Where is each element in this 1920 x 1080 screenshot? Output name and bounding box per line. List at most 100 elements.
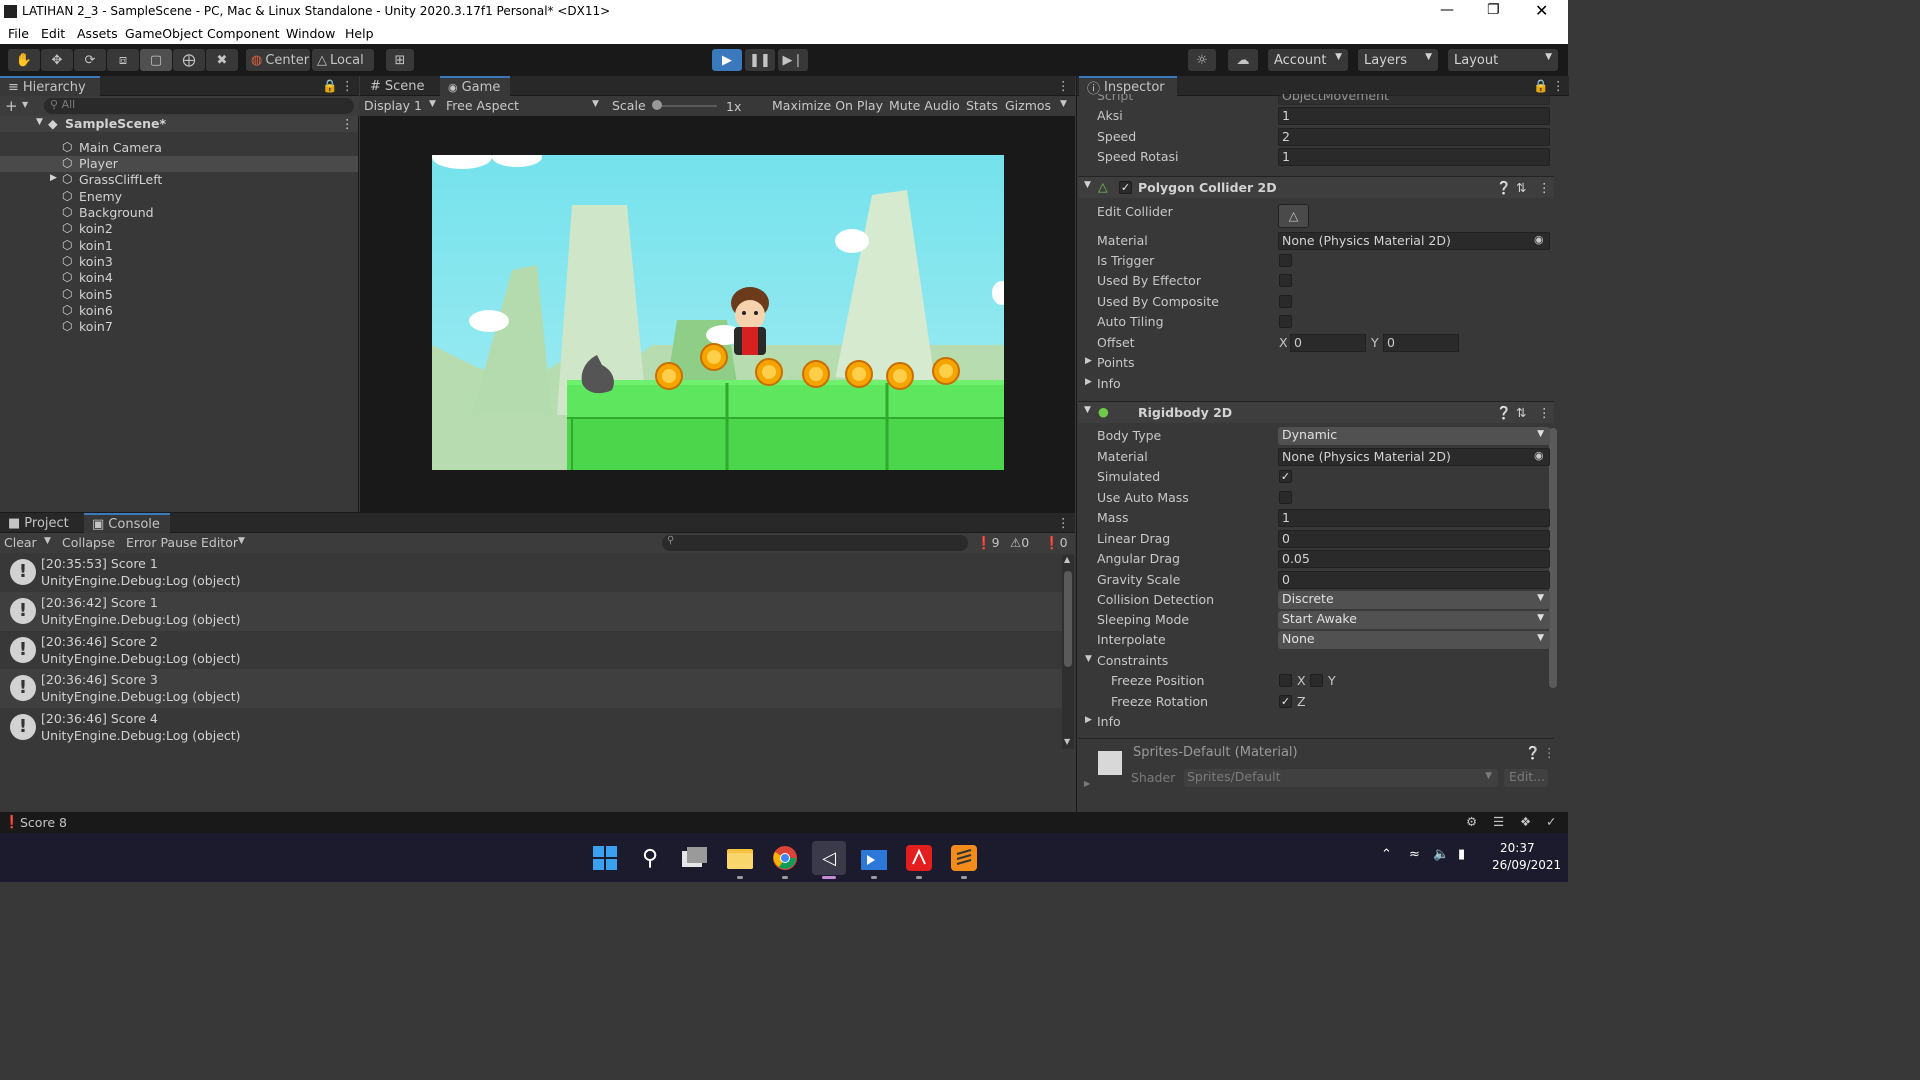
console-search-input[interactable]: ⚲ — [662, 535, 968, 551]
volume-icon[interactable]: 🔈 — [1433, 847, 1449, 862]
angular-drag-field[interactable]: 0.05 — [1278, 550, 1550, 568]
shader-dropdown[interactable]: Sprites/Default ▼ — [1184, 769, 1498, 787]
more-icon[interactable]: ⋮ — [1538, 405, 1551, 420]
more-icon[interactable]: ⋮ — [341, 116, 354, 131]
linear-drag-field[interactable]: 0 — [1278, 530, 1550, 548]
checkmark-icon[interactable]: ✓ — [1546, 814, 1556, 829]
console-scrollbar[interactable]: ▲ ▼ — [1062, 555, 1074, 749]
console-entry[interactable]: ! [20:36:46] Score 2 UnityEngine.Debug:Log… — [0, 631, 1062, 670]
vs-icon[interactable] — [857, 841, 891, 879]
scale-slider-track[interactable] — [653, 105, 717, 107]
polygon-collider-header[interactable]: ▼ △ ✓ Polygon Collider 2D ❔ ⇅ ⋮ — [1078, 176, 1554, 198]
hierarchy-item[interactable]: ▶ ⬡ GrassCliffLeft — [0, 172, 358, 188]
cache-icon[interactable]: ☰ — [1493, 814, 1504, 829]
add-icon[interactable]: + — [5, 97, 18, 115]
maximize-on-play-toggle[interactable]: Maximize On Play — [772, 98, 883, 113]
clock-date[interactable]: 26/09/2021 — [1492, 858, 1561, 872]
gizmos-toggle[interactable]: Gizmos — [1005, 98, 1051, 113]
points-row[interactable]: ▶ Points — [1078, 353, 1554, 373]
polygon-info-row[interactable]: ▶ Info — [1078, 374, 1554, 394]
help-icon[interactable]: ❔ — [1525, 745, 1541, 761]
console-entry[interactable]: ! [20:36:46] Score 3 UnityEngine.Debug:Log… — [0, 669, 1062, 708]
expand-icon[interactable]: ▶ — [1084, 779, 1090, 788]
field-input[interactable]: 1 — [1278, 148, 1550, 166]
offset-x-field[interactable]: 0 — [1290, 334, 1366, 352]
rb-material-field[interactable]: None (Physics Material 2D) — [1278, 448, 1550, 466]
rigidbody-header[interactable]: ▼ ● Rigidbody 2D ❔ ⇅ ⋮ — [1078, 401, 1554, 423]
play-button[interactable]: ▶ — [712, 49, 742, 71]
menu-window[interactable]: Window — [286, 26, 335, 41]
tab-hierarchy[interactable]: ≡ Hierarchy — [0, 76, 100, 96]
more-icon[interactable]: ⋮ — [1552, 78, 1565, 93]
hierarchy-item[interactable]: ⬡ koin5 — [0, 287, 358, 303]
freeze-position-x-checkbox[interactable] — [1279, 674, 1292, 687]
lighting-icon[interactable]: ☼ — [1188, 49, 1216, 71]
console-entry[interactable]: ! [20:35:53] Score 1 UnityEngine.Debug:Log… — [0, 553, 1062, 592]
chevron-up-icon[interactable]: ⌃ — [1381, 847, 1392, 862]
expand-icon[interactable]: ▼ — [1084, 180, 1091, 190]
gravity-scale-field[interactable]: 0 — [1278, 571, 1550, 589]
used-by-effector-checkbox[interactable] — [1279, 274, 1292, 287]
presets-icon[interactable]: ⇅ — [1516, 405, 1526, 420]
scale-tool-icon[interactable]: ⧈ — [107, 49, 139, 71]
is-trigger-checkbox[interactable] — [1279, 254, 1292, 267]
rb-info-row[interactable]: ▶ Info — [1078, 712, 1554, 732]
constraints-row[interactable]: ▼ Constraints — [1078, 651, 1554, 671]
help-icon[interactable]: ❔ — [1496, 180, 1512, 196]
bug-icon[interactable]: ⚙ — [1466, 814, 1477, 829]
pause-button[interactable]: ❚❚ — [745, 49, 775, 71]
search-icon[interactable]: ⚲ — [633, 841, 667, 875]
stats-toggle[interactable]: Stats — [966, 98, 998, 113]
expand-icon[interactable]: ▼ — [1085, 654, 1092, 664]
used-by-composite-checkbox[interactable] — [1279, 295, 1292, 308]
hierarchy-item[interactable]: ⬡ Enemy — [0, 189, 358, 205]
menu-gameobject[interactable]: GameObject — [125, 26, 203, 41]
hierarchy-item[interactable]: ⬡ koin3 — [0, 254, 358, 270]
error-pause-toggle[interactable]: Error Pause — [126, 535, 197, 550]
mute-audio-toggle[interactable]: Mute Audio — [889, 98, 960, 113]
menu-file[interactable]: File — [8, 26, 29, 41]
console-entry[interactable]: ! [20:36:46] Score 4 UnityEngine.Debug:Log… — [0, 708, 1062, 747]
editor-dropdown[interactable]: Editor — [201, 535, 238, 550]
pivot-local-button[interactable]: △ Local — [312, 49, 374, 71]
field-input[interactable]: 1 — [1278, 107, 1550, 125]
cloud-icon[interactable]: ☁ — [1228, 49, 1258, 71]
hierarchy-item[interactable]: ⬡ koin6 — [0, 303, 358, 319]
layers-dropdown[interactable]: Layers ▼ — [1358, 49, 1438, 71]
menu-component[interactable]: Component — [207, 26, 280, 41]
close-icon[interactable]: ✕ — [1535, 1, 1548, 20]
status-text[interactable]: Score 8 — [20, 815, 67, 830]
tab-project[interactable]: ■ Project — [0, 513, 80, 533]
object-picker-icon[interactable]: ◉ — [1534, 449, 1544, 462]
expand-icon[interactable]: ▶ — [1085, 356, 1092, 366]
polygon-material-field[interactable]: None (Physics Material 2D) — [1278, 232, 1550, 250]
chevron-down-icon[interactable]: ▼ — [592, 99, 599, 109]
script-field[interactable]: ObjectMovement — [1278, 94, 1550, 105]
menu-assets[interactable]: Assets — [77, 26, 118, 41]
collision-detection-dropdown[interactable]: Discrete ▼ — [1278, 591, 1550, 609]
scroll-down-icon[interactable]: ▼ — [1064, 737, 1070, 746]
hierarchy-search-input[interactable]: ⚲ All — [44, 98, 354, 114]
expand-icon[interactable]: ▶ — [1085, 377, 1092, 387]
warning-count-toggle[interactable]: ⚠0 — [1010, 535, 1029, 550]
tab-scene[interactable]: # Scene — [362, 76, 438, 96]
hierarchy-item[interactable]: ⬡ koin4 — [0, 270, 358, 286]
freeze-rotation-z-checkbox[interactable]: ✓ — [1279, 695, 1292, 708]
console-entry[interactable]: ! [20:36:42] Score 1 UnityEngine.Debug:Log… — [0, 592, 1062, 631]
task-view-icon[interactable] — [678, 841, 712, 875]
step-button[interactable]: ▶❘ — [778, 49, 808, 71]
chevron-down-icon[interactable]: ▼ — [238, 536, 245, 546]
chevron-down-icon[interactable]: ▼ — [22, 100, 28, 109]
hand-tool-icon[interactable]: ✋ — [8, 49, 40, 71]
custom-tool-icon[interactable]: ✖ — [206, 49, 238, 71]
simulated-checkbox[interactable]: ✓ — [1279, 470, 1292, 483]
menu-help[interactable]: Help — [345, 26, 374, 41]
auto-generate-icon[interactable]: ❖ — [1520, 814, 1531, 829]
sleeping-mode-dropdown[interactable]: Start Awake ▼ — [1278, 611, 1550, 629]
hierarchy-item[interactable]: ⬡ Player — [0, 156, 358, 173]
more-icon[interactable]: ⋮ — [1057, 515, 1070, 530]
battery-icon[interactable]: ▮ — [1458, 847, 1465, 862]
hierarchy-item[interactable]: ⬡ koin2 — [0, 221, 358, 237]
use-auto-mass-checkbox[interactable] — [1279, 491, 1292, 504]
mass-field[interactable]: 1 — [1278, 509, 1550, 527]
